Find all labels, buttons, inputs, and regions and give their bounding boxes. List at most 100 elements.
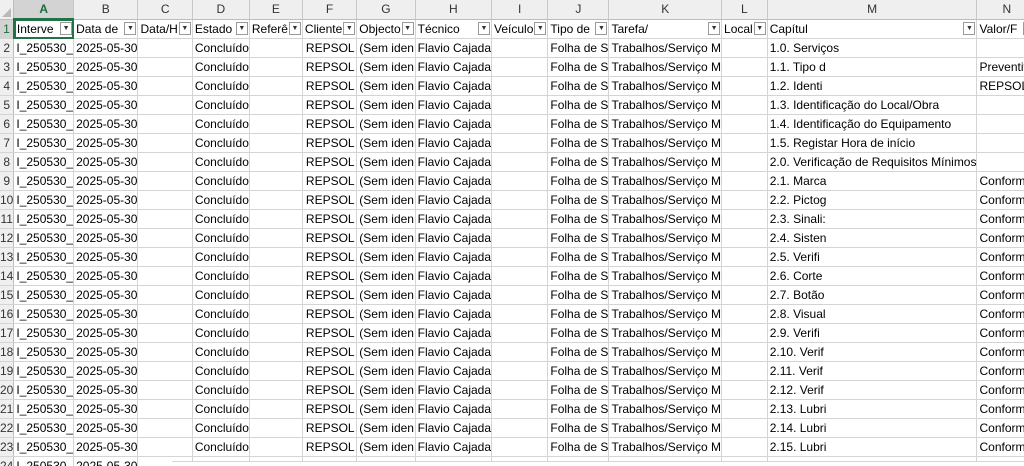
table-cell[interactable] — [137, 380, 193, 400]
table-cell[interactable]: 2.3. Sinali: — [767, 209, 978, 229]
table-cell[interactable]: Concluído — [192, 380, 250, 400]
horizontal-scrollbar[interactable] — [172, 461, 1024, 466]
table-cell[interactable]: Flavio Cajada — [415, 418, 493, 438]
table-cell[interactable] — [137, 190, 193, 210]
table-cell[interactable]: Flavio Cajada — [415, 114, 493, 134]
table-cell[interactable]: 2025-05-30 — [73, 399, 139, 419]
table-cell[interactable]: Trabalhos/Serviço M — [608, 209, 723, 229]
table-header-cell[interactable]: Veículo ▼ — [491, 19, 549, 39]
table-cell[interactable] — [721, 76, 768, 96]
table-cell[interactable] — [137, 228, 193, 248]
table-cell[interactable] — [721, 304, 768, 324]
table-cell[interactable]: 2025-05-30 — [73, 247, 139, 267]
column-header-I[interactable]: I — [491, 0, 549, 20]
table-cell[interactable] — [249, 57, 303, 77]
table-cell[interactable] — [491, 266, 549, 286]
table-cell[interactable]: Folha de S — [547, 133, 610, 153]
filter-dropdown-icon[interactable]: ▼ — [178, 21, 191, 35]
table-cell[interactable] — [491, 247, 549, 267]
filter-dropdown-icon[interactable]: ▼ — [343, 21, 356, 35]
table-cell[interactable] — [491, 361, 549, 381]
row-header[interactable]: 15 — [0, 285, 15, 305]
table-cell[interactable] — [491, 304, 549, 324]
table-header-cell[interactable]: Interve ▼ — [13, 19, 75, 39]
table-cell[interactable]: I_250530_ — [13, 285, 75, 305]
filter-dropdown-icon[interactable]: ▼ — [595, 21, 608, 35]
table-cell[interactable] — [976, 114, 1024, 134]
table-cell[interactable] — [249, 361, 303, 381]
column-header-D[interactable]: D — [192, 0, 250, 20]
table-cell[interactable] — [491, 95, 549, 115]
table-cell[interactable]: Trabalhos/Serviço M — [608, 285, 723, 305]
table-cell[interactable]: Conforme — [976, 209, 1024, 229]
row-header[interactable]: 6 — [0, 114, 15, 134]
table-cell[interactable]: I_250530_ — [13, 342, 75, 362]
table-header-cell[interactable]: Referê ▼ — [249, 19, 303, 39]
table-cell[interactable]: Folha de S — [547, 418, 610, 438]
table-header-cell[interactable]: Local ▼ — [721, 19, 768, 39]
table-cell[interactable]: 2.14. Lubri — [767, 418, 978, 438]
table-cell[interactable] — [721, 133, 768, 153]
table-cell[interactable]: 1.2. Identi — [767, 76, 978, 96]
row-header[interactable]: 13 — [0, 247, 15, 267]
table-cell[interactable]: Trabalhos/Serviço M — [608, 247, 723, 267]
table-cell[interactable]: Trabalhos/Serviço M — [608, 437, 723, 457]
table-cell[interactable]: 2025-05-30 — [73, 323, 139, 343]
table-cell[interactable]: Conforme — [976, 304, 1024, 324]
column-header-M[interactable]: M — [767, 0, 978, 20]
table-cell[interactable]: REPSOL — [302, 133, 358, 153]
table-cell[interactable]: 1.4. Identificação do Equipamento — [767, 114, 978, 134]
table-cell[interactable]: 2025-05-30 — [73, 209, 139, 229]
table-cell[interactable]: REPSOL — [302, 114, 358, 134]
table-cell[interactable]: 2.9. Verifi — [767, 323, 978, 343]
table-cell[interactable] — [249, 342, 303, 362]
filter-dropdown-icon[interactable]: ▼ — [235, 21, 248, 35]
table-header-cell[interactable]: Técnico ▼ — [415, 19, 493, 39]
filter-dropdown-icon[interactable]: ▼ — [60, 22, 73, 35]
table-cell[interactable] — [249, 228, 303, 248]
table-cell[interactable] — [491, 76, 549, 96]
table-cell[interactable] — [721, 247, 768, 267]
table-cell[interactable]: REPSOL — [302, 171, 358, 191]
table-header-cell[interactable]: Data/H ▼ — [137, 19, 193, 39]
column-header-H[interactable]: H — [415, 0, 493, 20]
row-header[interactable]: 19 — [0, 361, 15, 381]
table-cell[interactable]: I_250530_ — [13, 323, 75, 343]
table-cell[interactable]: Conforme — [976, 247, 1024, 267]
table-cell[interactable]: Trabalhos/Serviço M — [608, 342, 723, 362]
table-cell[interactable]: (Sem iden — [356, 266, 416, 286]
table-cell[interactable]: REPSOL — [302, 152, 358, 172]
table-cell[interactable] — [249, 380, 303, 400]
table-cell[interactable]: Conforme — [976, 228, 1024, 248]
table-cell[interactable]: I_250530_ — [13, 266, 75, 286]
table-cell[interactable] — [721, 399, 768, 419]
table-cell[interactable] — [721, 209, 768, 229]
table-cell[interactable]: REPSOL — [302, 399, 358, 419]
table-cell[interactable]: 1.0. Serviços — [767, 38, 978, 58]
table-cell[interactable] — [491, 380, 549, 400]
table-cell[interactable]: Concluído — [192, 95, 250, 115]
table-cell[interactable]: REPSOL — [302, 418, 358, 438]
table-cell[interactable]: 2.13. Lubri — [767, 399, 978, 419]
table-cell[interactable]: 2.5. Verifi — [767, 247, 978, 267]
table-cell[interactable]: Conforme — [976, 380, 1024, 400]
table-cell[interactable]: Folha de S — [547, 342, 610, 362]
table-cell[interactable]: I_250530_ — [13, 304, 75, 324]
row-header[interactable]: 8 — [0, 152, 15, 172]
column-header-L[interactable]: L — [721, 0, 768, 20]
table-cell[interactable]: I_250530_ — [13, 228, 75, 248]
table-cell[interactable]: I_250530_ — [13, 95, 75, 115]
table-cell[interactable]: Conforme — [976, 266, 1024, 286]
table-cell[interactable]: (Sem iden — [356, 76, 416, 96]
table-cell[interactable]: REPSOL — [302, 323, 358, 343]
table-cell[interactable]: I_250530_ — [13, 399, 75, 419]
table-cell[interactable] — [491, 57, 549, 77]
table-cell[interactable] — [721, 38, 768, 58]
table-cell[interactable] — [721, 380, 768, 400]
table-cell[interactable]: Flavio Cajada — [415, 152, 493, 172]
table-cell[interactable] — [249, 209, 303, 229]
table-cell[interactable]: (Sem iden — [356, 399, 416, 419]
table-cell[interactable]: I_250530_ — [13, 437, 75, 457]
table-cell[interactable]: Concluído — [192, 323, 250, 343]
table-cell[interactable] — [137, 247, 193, 267]
